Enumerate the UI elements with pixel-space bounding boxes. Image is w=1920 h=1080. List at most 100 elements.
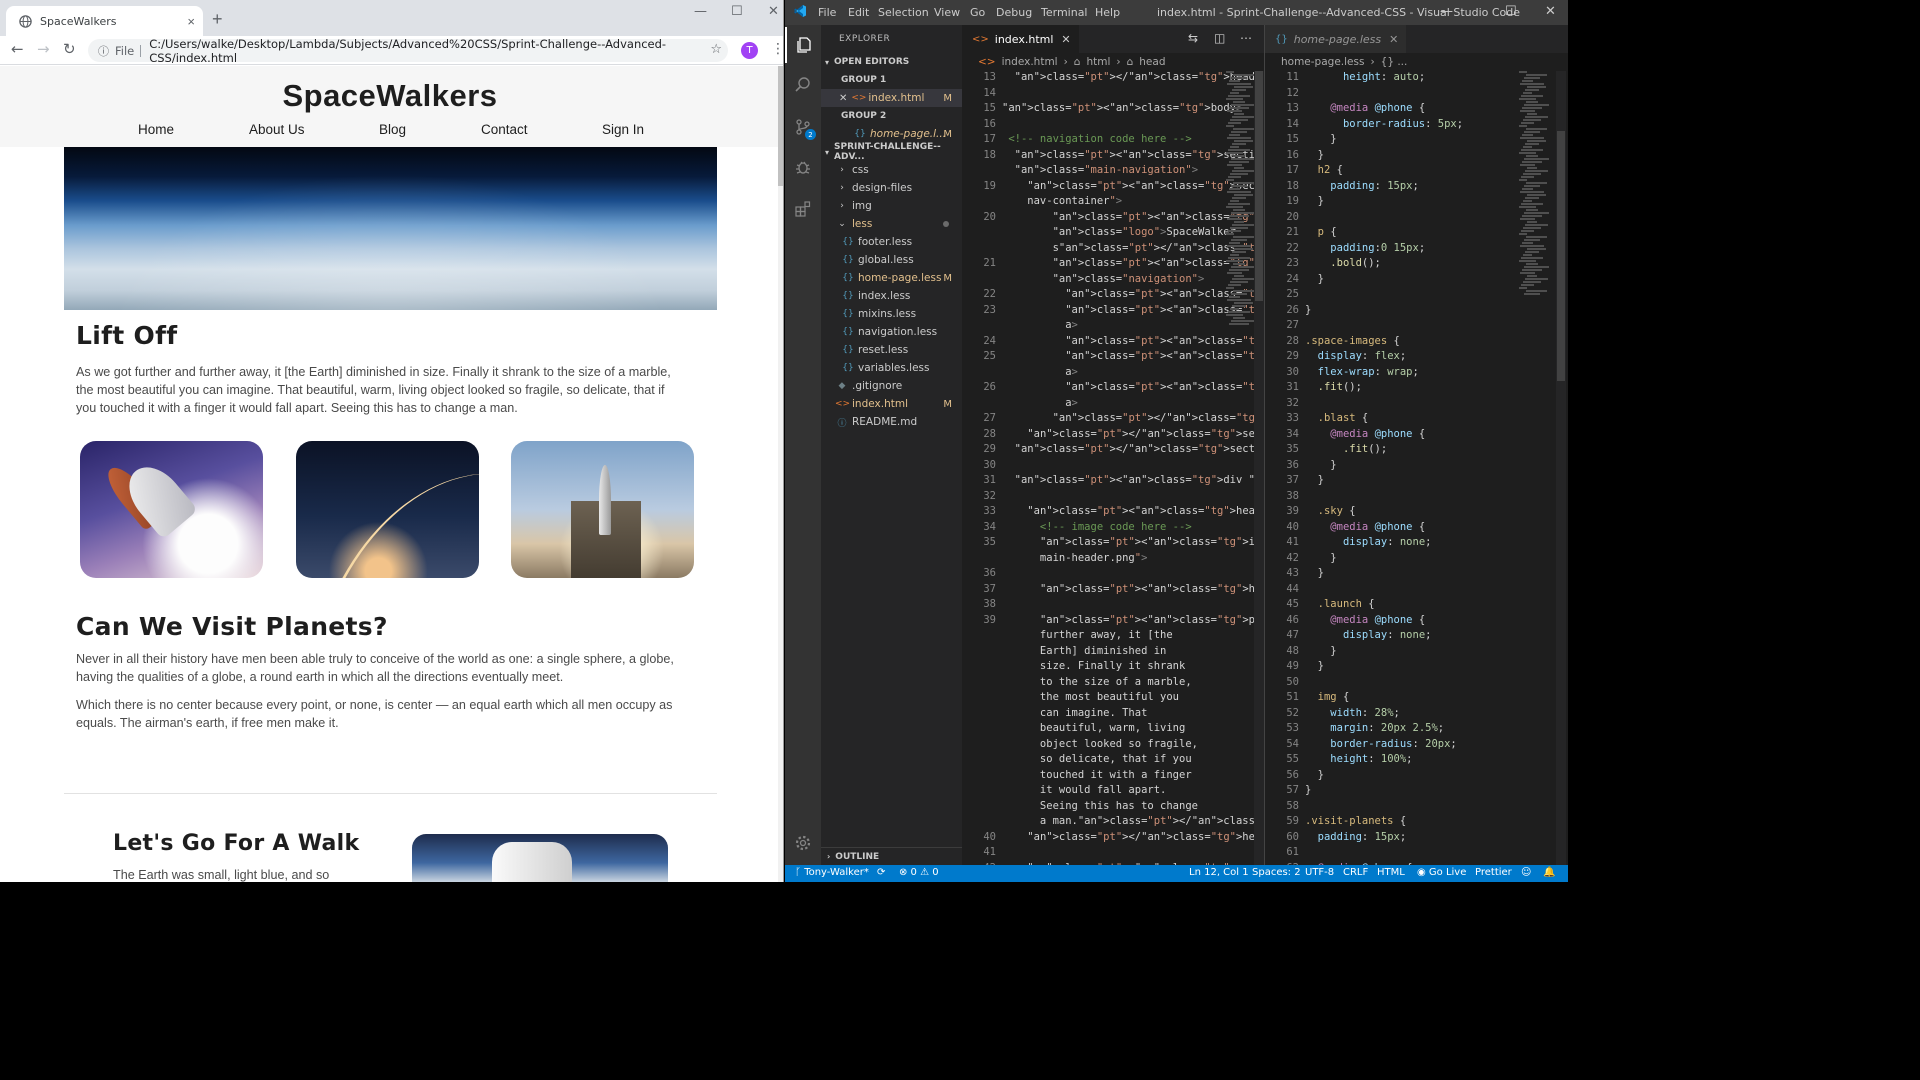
page-scrollbar[interactable] [778,66,783,882]
code-line[interactable]: can imagine. That [1002,707,1147,719]
code-line[interactable]: <!-- image code here --> [1002,521,1192,533]
code-line[interactable]: .bold(); [1305,257,1381,269]
menu-view[interactable]: View [934,6,960,19]
code-line[interactable]: object looked so fragile, [1002,738,1198,750]
breadcrumb-item[interactable]: html [1086,56,1110,68]
profile-avatar[interactable]: T [741,42,758,59]
breadcrumb-item[interactable]: {} ... [1381,56,1408,68]
folder-css[interactable]: › css [821,161,962,179]
code-line[interactable]: } [1305,459,1336,471]
close-window-button[interactable]: ✕ [1545,4,1556,19]
debug-icon[interactable] [785,149,821,185]
close-icon[interactable]: ✕ [1389,33,1398,46]
code-line[interactable]: } [1305,133,1336,145]
code-line[interactable]: a> [1002,366,1078,378]
file-reset-less[interactable]: {} reset.less [821,341,962,359]
code-line[interactable]: "an">class="pt"></"an">class="tg">head> [1002,71,1262,83]
code-line[interactable]: } [1305,304,1311,316]
code-line[interactable]: @media @phone { [1305,428,1425,440]
menu-help[interactable]: Help [1095,6,1120,19]
menu-selection[interactable]: Selection [878,6,929,19]
notifications-bell-icon[interactable]: 🔔 [1543,867,1555,878]
code-line[interactable]: so delicate, that if you [1002,753,1192,765]
bookmark-star-icon[interactable]: ☆ [710,42,722,57]
code-line[interactable]: display: flex; [1305,350,1407,362]
code-line[interactable]: display: none; [1305,629,1432,641]
file-mixins-less[interactable]: {} mixins.less [821,305,962,323]
code-line[interactable]: } [1305,474,1324,486]
menu-terminal[interactable]: Terminal [1041,6,1088,19]
cursor-position[interactable]: Ln 12, Col 1 [1189,867,1249,878]
code-line[interactable]: a man."an">class="pt"></"an">class="tg">… [1002,815,1264,827]
code-line[interactable]: @media @phone { [1305,102,1425,114]
code-line[interactable]: Seeing this has to change [1002,800,1198,812]
code-line[interactable]: further away, it [the [1002,629,1173,641]
code-line[interactable]: main-header.png"> [1002,552,1148,564]
file-global-less[interactable]: {} global.less [821,251,962,269]
code-line[interactable]: "an">class="pt"><"an">class="tg">a "an">… [1002,335,1264,347]
code-line[interactable]: } [1305,769,1324,781]
code-line[interactable]: "an">class="pt"><"an">class="tg">a "an">… [1002,381,1264,393]
maximize-button[interactable]: ☐ [731,4,743,19]
file-footer-less[interactable]: {} footer.less [821,233,962,251]
code-line[interactable]: width: 28%; [1305,707,1400,719]
code-line[interactable]: .space-images { [1305,335,1400,347]
close-icon[interactable]: ✕ [839,93,847,104]
nav-blog[interactable]: Blog [379,122,406,137]
code-line[interactable]: "an">class="pt"></"an">class="tg">header… [1002,831,1264,843]
code-line[interactable]: img { [1305,691,1350,703]
encoding[interactable]: UTF-8 [1305,867,1334,878]
folder-img[interactable]: › img [821,197,962,215]
more-actions-icon[interactable]: ⋯ [1240,31,1252,45]
code-line[interactable]: "an">class="pt"><"an">class="tg">h2>Lift… [1002,583,1264,595]
go-live-button[interactable]: ◉ Go Live [1417,867,1466,878]
code-line[interactable]: padding:0 15px; [1305,242,1425,254]
code-line[interactable]: display: none; [1305,536,1432,548]
file-home-page-less[interactable]: {} home-page.less M [821,269,962,287]
indentation[interactable]: Spaces: 2 [1252,867,1301,878]
minimap[interactable] [1517,71,1549,331]
search-icon[interactable] [785,67,821,103]
scrollbar-thumb[interactable] [778,66,783,186]
code-line[interactable]: } [1305,552,1336,564]
breadcrumb-item[interactable]: index.html [1002,56,1058,68]
project-header[interactable]: ▾ SPRINT-CHALLENGE--ADV... [821,142,962,162]
menu-go[interactable]: Go [970,6,985,19]
url-text[interactable]: C:/Users/walke/Desktop/Lambda/Subjects/A… [149,37,728,65]
code-line[interactable]: padding: 15px; [1305,831,1407,843]
explorer-icon[interactable] [785,27,821,63]
code-line[interactable]: @media @phone { [1305,614,1425,626]
source-control-icon[interactable]: 2 [785,109,821,145]
split-editor-icon[interactable]: ◫ [1214,31,1225,45]
outline-header[interactable]: › OUTLINE [821,847,962,865]
browser-menu-icon[interactable]: ⋮ [771,41,783,57]
info-icon[interactable]: ⓘ [98,43,109,59]
code-line[interactable]: "an">class="pt"><"an">class="tg">div "an… [1002,474,1264,486]
code-line[interactable]: padding: 15px; [1305,180,1419,192]
file-index-less[interactable]: {} index.less [821,287,962,305]
code-line[interactable]: @media @phone { [1305,521,1425,533]
prettier-status[interactable]: Prettier [1475,867,1512,878]
code-line[interactable]: .fit(); [1305,443,1387,455]
code-line[interactable]: .visit-planets { [1305,815,1406,827]
editor-scrollbar[interactable] [1556,71,1566,865]
reload-icon[interactable]: ↻ [63,40,76,58]
maximize-button[interactable]: ☐ [1505,4,1517,19]
code-line[interactable]: h2 { [1305,164,1343,176]
code-line[interactable]: } [1305,784,1311,796]
close-icon[interactable]: ✕ [1061,33,1070,46]
scrollbar-thumb[interactable] [1255,71,1263,301]
code-line[interactable]: "an">class="pt"><"an">class="tg">header … [1002,505,1264,517]
code-line[interactable]: a> [1002,397,1078,409]
code-line[interactable]: a> [1002,319,1078,331]
code-line[interactable]: .launch { [1305,598,1375,610]
code-line[interactable]: size. Finally it shrank [1002,660,1185,672]
code-line[interactable]: <!-- navigation code here --> [1002,133,1191,145]
nav-contact[interactable]: Contact [481,122,528,137]
close-window-button[interactable]: ✕ [768,4,779,19]
open-editors-header[interactable]: ▾ OPEN EDITORS [821,53,962,71]
open-editor-index-html[interactable]: ✕ <> index.html M [821,89,962,107]
file-gitignore[interactable]: ◆ .gitignore [821,377,962,395]
code-line[interactable]: "an">class="pt"></"an">class="tg">sectio… [1002,428,1264,440]
open-editor-home-page-less[interactable]: {} home-page.l... M [821,125,962,143]
